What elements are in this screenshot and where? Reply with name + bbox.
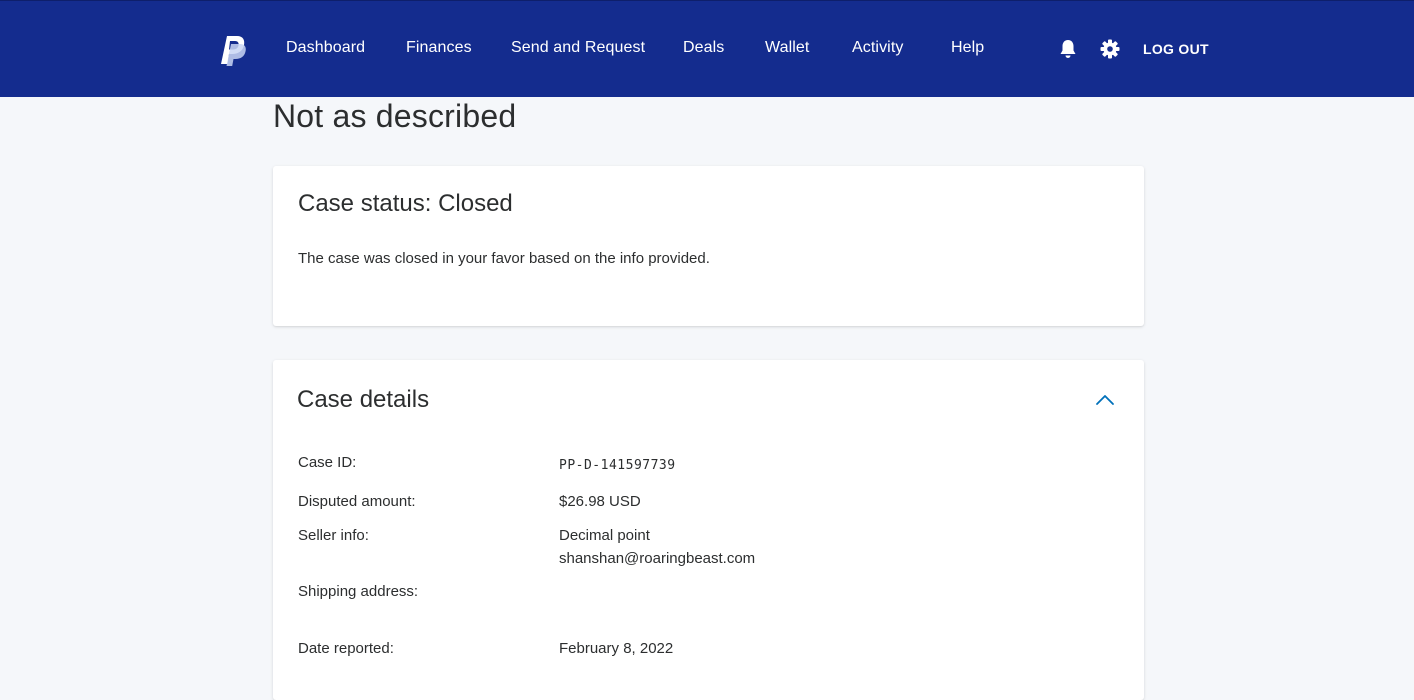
bell-icon[interactable] bbox=[1057, 38, 1079, 60]
date-reported-value: February 8, 2022 bbox=[559, 640, 674, 657]
date-reported-label: Date reported: bbox=[298, 640, 394, 657]
nav-dashboard[interactable]: Dashboard bbox=[286, 39, 365, 57]
disputed-amount-value: $26.98 USD bbox=[559, 493, 641, 510]
logout-link[interactable]: LOG OUT bbox=[1143, 41, 1209, 57]
case-status-card: Case status: Closed The case was closed … bbox=[273, 166, 1144, 326]
case-details-card: Case details Case ID: PP-D-141597739 Dis… bbox=[273, 360, 1144, 700]
case-status-text: The case was closed in your favor based … bbox=[298, 250, 710, 267]
seller-email-value: shanshan@roaringbeast.com bbox=[559, 550, 756, 567]
disputed-amount-label: Disputed amount: bbox=[298, 493, 416, 510]
paypal-logo-icon[interactable] bbox=[218, 34, 246, 66]
nav-help[interactable]: Help bbox=[951, 39, 984, 57]
shipping-address-label: Shipping address: bbox=[298, 583, 419, 600]
nav-send-and-request[interactable]: Send and Request bbox=[511, 39, 645, 57]
case-details-heading: Case details bbox=[297, 386, 430, 413]
top-navigation-bar: Dashboard Finances Send and Request Deal… bbox=[0, 0, 1414, 97]
chevron-up-icon[interactable] bbox=[1095, 392, 1115, 408]
gear-icon[interactable] bbox=[1099, 38, 1121, 60]
case-id-value: PP-D-141597739 bbox=[559, 458, 676, 473]
page-title: Not as described bbox=[273, 98, 517, 134]
nav-wallet[interactable]: Wallet bbox=[765, 39, 809, 57]
nav-deals[interactable]: Deals bbox=[683, 39, 724, 57]
nav-finances[interactable]: Finances bbox=[406, 39, 472, 57]
case-id-label: Case ID: bbox=[298, 454, 357, 471]
nav-activity[interactable]: Activity bbox=[852, 39, 903, 57]
seller-info-label: Seller info: bbox=[298, 527, 369, 544]
seller-name-value: Decimal point bbox=[559, 527, 650, 544]
case-status-heading: Case status: Closed bbox=[298, 190, 513, 217]
